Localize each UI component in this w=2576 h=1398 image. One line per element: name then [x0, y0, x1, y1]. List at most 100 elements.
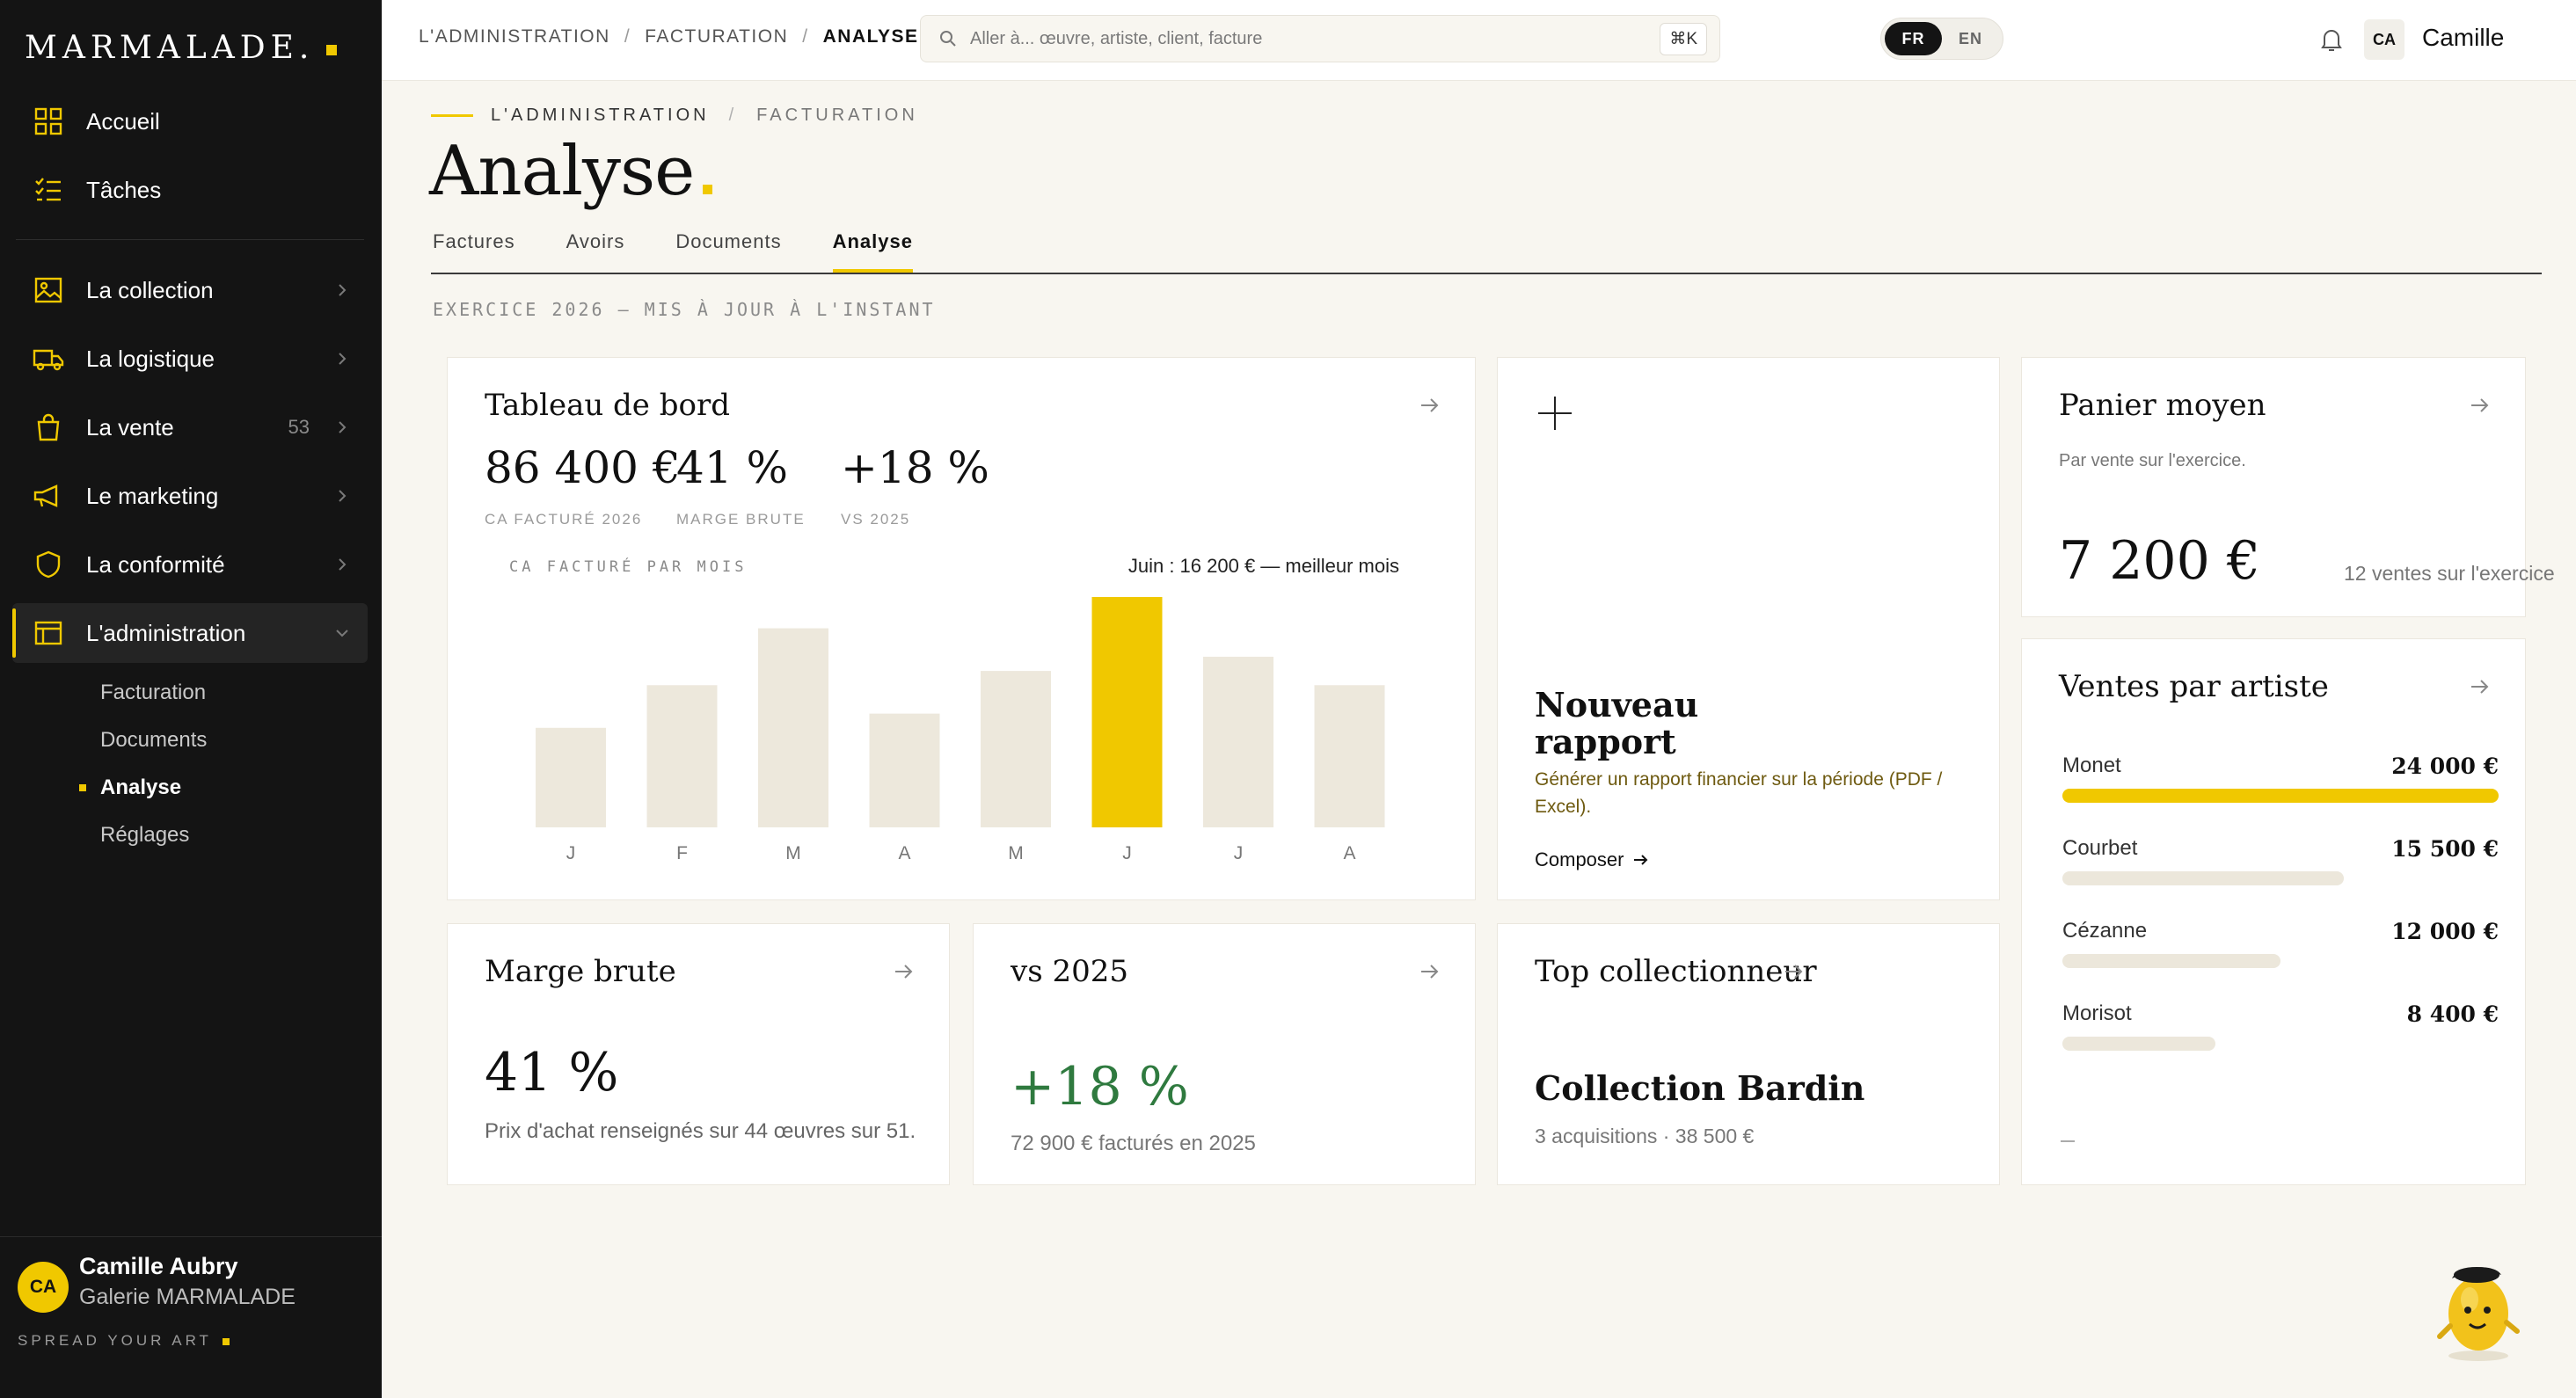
dashboard-card[interactable]: Tableau de bord 86 400 € CA FACTURÉ 2026…	[447, 357, 1476, 900]
compose-link[interactable]: Composer	[1535, 848, 1652, 871]
sidebar-user[interactable]: CA Camille Aubry Galerie MARMALADE SPREA…	[0, 1236, 382, 1398]
arrow-right-icon	[1634, 855, 1648, 865]
kpi-ca: 86 400 € CA FACTURÉ 2026	[485, 442, 681, 528]
arrow-right-icon[interactable]	[2467, 674, 2492, 699]
search-placeholder: Aller à... œuvre, artiste, client, factu…	[970, 28, 1263, 48]
artist-bar	[2062, 1037, 2215, 1051]
plus-icon[interactable]	[1535, 393, 1575, 433]
page-crumb-administration[interactable]: L'ADMINISTRATION	[491, 106, 710, 126]
chart-bar[interactable]	[981, 671, 1051, 827]
chart-tick-label: J	[566, 843, 576, 863]
kpi-value: +18 %	[841, 442, 989, 493]
search-input[interactable]: Aller à... œuvre, artiste, client, factu…	[920, 15, 1720, 62]
chart-bar[interactable]	[646, 685, 718, 827]
arrow-right-icon[interactable]	[891, 959, 916, 984]
tabs-divider	[431, 273, 2542, 274]
tab-avoirs[interactable]: Avoirs	[566, 227, 625, 273]
topbar-user-name[interactable]: Camille	[2422, 24, 2504, 52]
artist-name: Cézanne	[2062, 919, 2148, 943]
grid-icon	[32, 105, 65, 138]
lang-fr[interactable]: FR	[1885, 22, 1942, 55]
mascot-lemon-icon[interactable]	[2426, 1249, 2531, 1363]
sidebar-subitem-documents[interactable]: Documents	[100, 728, 207, 753]
sidebar-item-count: 53	[288, 416, 310, 438]
breadcrumb: L'ADMINISTRATION / FACTURATION / ANALYSE	[419, 26, 919, 47]
bell-icon[interactable]	[2311, 19, 2352, 60]
brand-logo[interactable]: MARMALADE.	[25, 30, 338, 66]
page-breadcrumb: L'ADMINISTRATION / FACTURATION	[431, 106, 918, 126]
vs-note: 72 900 € facturés en 2025	[1011, 1132, 1256, 1155]
artist-value: 15 500 €	[2391, 836, 2499, 862]
sidebar-item-collection[interactable]: La collection	[12, 260, 368, 320]
collector-name: Collection Bardin	[1535, 1068, 1865, 1108]
new-report-card[interactable]: Nouveau rapport Générer un rapport finan…	[1497, 357, 2000, 900]
artist-name: Morisot	[2062, 1001, 2132, 1025]
chart-tick-label: M	[785, 843, 801, 863]
image-icon	[32, 273, 65, 307]
sidebar-item-accueil[interactable]: Accueil	[12, 91, 368, 151]
collector-card[interactable]: Top collectionneur Collection Bardin 3 a…	[1497, 923, 2000, 1185]
breadcrumb-separator: /	[802, 26, 809, 47]
accent-line	[431, 114, 473, 117]
kpi-vs: +18 % VS 2025	[841, 442, 989, 528]
arrow-right-icon[interactable]	[1781, 959, 1806, 984]
arrow-right-icon[interactable]	[1417, 959, 1441, 984]
chart-bar[interactable]	[1091, 597, 1163, 827]
sidebar-item-label: L'administration	[86, 619, 246, 646]
page-crumb-facturation[interactable]: FACTURATION	[756, 106, 918, 126]
sidebar-item-label: Le marketing	[86, 482, 219, 509]
chart-tick-label: F	[676, 843, 688, 863]
panier-card[interactable]: Panier moyen Par vente sur l'exercice. 7…	[2021, 357, 2555, 617]
sidebar-item-label: Tâches	[86, 176, 162, 203]
breadcrumb-facturation[interactable]: FACTURATION	[645, 26, 788, 47]
chart-bar[interactable]	[1314, 685, 1385, 827]
arrow-right-icon[interactable]	[1417, 393, 1441, 418]
breadcrumb-administration[interactable]: L'ADMINISTRATION	[419, 26, 610, 47]
report-title: Nouveau rapport	[1535, 685, 1699, 761]
tab-documents[interactable]: Documents	[675, 227, 781, 273]
topbar-avatar[interactable]: CA	[2364, 19, 2405, 60]
chart-bar[interactable]	[869, 713, 940, 827]
artists-card[interactable]: Ventes par artiste Monet 24 000 € Courbe…	[2021, 638, 2526, 1185]
card-title: Top collectionneur	[1535, 954, 1817, 989]
card-title: Ventes par artiste	[2059, 669, 2329, 704]
language-toggle[interactable]: FR EN	[1880, 18, 2003, 60]
panier-subtitle: Par vente sur l'exercice.	[2059, 451, 2246, 470]
chart-tick-label: A	[898, 843, 910, 863]
artist-value: 24 000 €	[2391, 754, 2499, 779]
sidebar-item-conformite[interactable]: La conformité	[12, 535, 368, 594]
avatar: CA	[18, 1262, 69, 1313]
chevron-right-icon	[332, 349, 352, 368]
tab-analyse[interactable]: Analyse	[832, 227, 914, 273]
chart-tick-label: A	[1343, 843, 1355, 863]
chart-bar[interactable]	[758, 628, 828, 827]
sidebar-item-logistique[interactable]: La logistique	[12, 329, 368, 389]
monthly-bar-chart: JFMAMJJA	[536, 597, 1385, 863]
arrow-right-icon[interactable]	[2467, 393, 2492, 418]
sidebar-subitem-facturation[interactable]: Facturation	[100, 681, 206, 705]
sidebar-item-taches[interactable]: Tâches	[12, 160, 368, 220]
panier-value: 7 200 €	[2059, 530, 2261, 592]
sidebar-item-vente[interactable]: La vente 53	[12, 397, 368, 457]
shield-icon	[32, 548, 65, 581]
tagline-dot	[222, 1337, 230, 1345]
tab-factures[interactable]: Factures	[433, 227, 515, 273]
vs-2025-card[interactable]: vs 2025 +18 % 72 900 € facturés en 2025	[973, 923, 1476, 1185]
sidebar-item-marketing[interactable]: Le marketing	[12, 466, 368, 526]
breadcrumb-analyse: ANALYSE	[822, 26, 919, 47]
page-title-text: Analyse	[429, 132, 695, 211]
chart-bar[interactable]	[536, 727, 606, 827]
sidebar-subitem-reglages[interactable]: Réglages	[100, 823, 189, 848]
chart-tick-label: J	[1234, 843, 1244, 863]
card-title: Marge brute	[485, 954, 676, 989]
sidebar-item-label: La conformité	[86, 550, 225, 578]
chart-bar[interactable]	[1203, 656, 1273, 827]
brand-dot	[326, 45, 338, 55]
bag-icon	[32, 411, 65, 444]
marge-card[interactable]: Marge brute 41 % Prix d'achat renseignés…	[447, 923, 950, 1185]
sidebar-item-administration[interactable]: L'administration	[12, 603, 368, 663]
artist-name: Courbet	[2062, 836, 2138, 860]
lang-en[interactable]: EN	[1942, 22, 1999, 55]
sidebar-subitem-analyse[interactable]: Analyse	[78, 775, 181, 800]
artist-value: 12 000 €	[2391, 919, 2499, 944]
